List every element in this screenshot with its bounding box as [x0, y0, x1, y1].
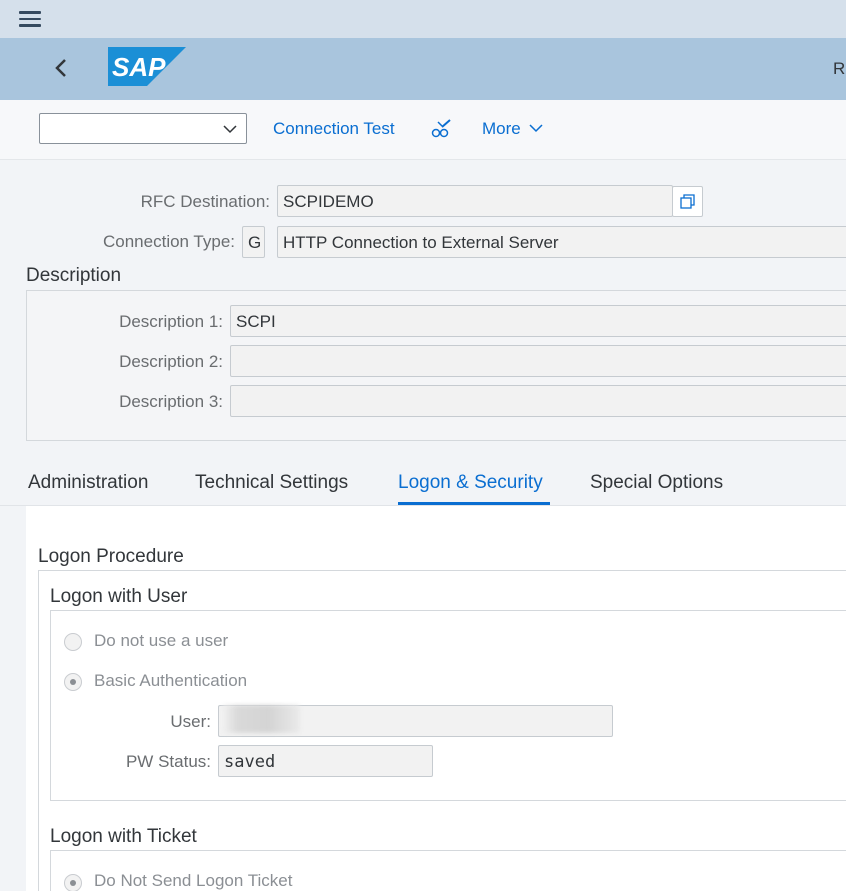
- description-1-field[interactable]: SCPI: [230, 305, 846, 337]
- radio-basic-auth[interactable]: [64, 673, 82, 691]
- radio-no-user-label: Do not use a user: [94, 631, 229, 650]
- description-3-field[interactable]: [230, 385, 846, 417]
- tab-bar: Administration Technical Settings Logon …: [0, 466, 846, 506]
- active-tab-indicator: [398, 502, 550, 505]
- connection-test-button[interactable]: Connection Test: [273, 119, 395, 139]
- tab-administration[interactable]: Administration: [28, 472, 148, 494]
- rfc-destination-field[interactable]: SCPIDEMO: [277, 185, 673, 217]
- pw-status-label: PW Status:: [125, 752, 211, 771]
- toolbar-select[interactable]: [39, 113, 247, 144]
- toolbar: Connection Test More: [0, 100, 846, 160]
- description-2-field[interactable]: [230, 345, 846, 377]
- top-bar: [0, 0, 846, 38]
- chevron-down-icon: [529, 124, 543, 133]
- sap-logo[interactable]: SAP: [108, 47, 186, 86]
- radio-no-ticket-label: Do Not Send Logon Ticket: [94, 871, 293, 890]
- back-chevron-icon[interactable]: [50, 56, 72, 80]
- description-1-label: Description 1:: [119, 312, 223, 331]
- connection-type-label: Connection Type:: [103, 232, 235, 251]
- radio-no-ticket[interactable]: [64, 874, 82, 891]
- shell-bar: SAP R: [0, 38, 846, 100]
- more-label: More: [482, 119, 521, 138]
- copy-icon: [680, 194, 695, 209]
- hamburger-icon[interactable]: [19, 11, 41, 27]
- radio-basic-auth-label: Basic Authentication: [94, 671, 248, 690]
- redacted-user-value: [222, 705, 300, 733]
- tab-special-options[interactable]: Special Options: [590, 472, 723, 494]
- tab-technical-settings[interactable]: Technical Settings: [195, 472, 348, 494]
- more-button[interactable]: More: [482, 119, 544, 139]
- shell-right-title: R: [833, 59, 846, 78]
- rfc-destination-label: RFC Destination:: [140, 192, 270, 211]
- description-2-label: Description 2:: [119, 352, 223, 371]
- connection-type-code[interactable]: G: [242, 226, 265, 258]
- chevron-down-icon: [223, 125, 237, 134]
- pw-status-field: saved: [218, 745, 433, 777]
- tab-logon-security[interactable]: Logon & Security: [398, 472, 543, 494]
- user-label: User:: [170, 712, 211, 731]
- logon-procedure-title: Logon Procedure: [38, 546, 184, 567]
- radio-no-user[interactable]: [64, 633, 82, 651]
- logon-with-ticket-title: Logon with Ticket: [50, 826, 197, 847]
- description-3-label: Description 3:: [119, 392, 223, 411]
- connection-type-text: HTTP Connection to External Server: [277, 226, 846, 258]
- glasses-pencil-icon[interactable]: [430, 118, 454, 142]
- description-title: Description: [26, 265, 122, 286]
- logo-text: SAP: [112, 52, 166, 82]
- logon-with-user-title: Logon with User: [50, 586, 188, 607]
- copy-button[interactable]: [672, 186, 703, 217]
